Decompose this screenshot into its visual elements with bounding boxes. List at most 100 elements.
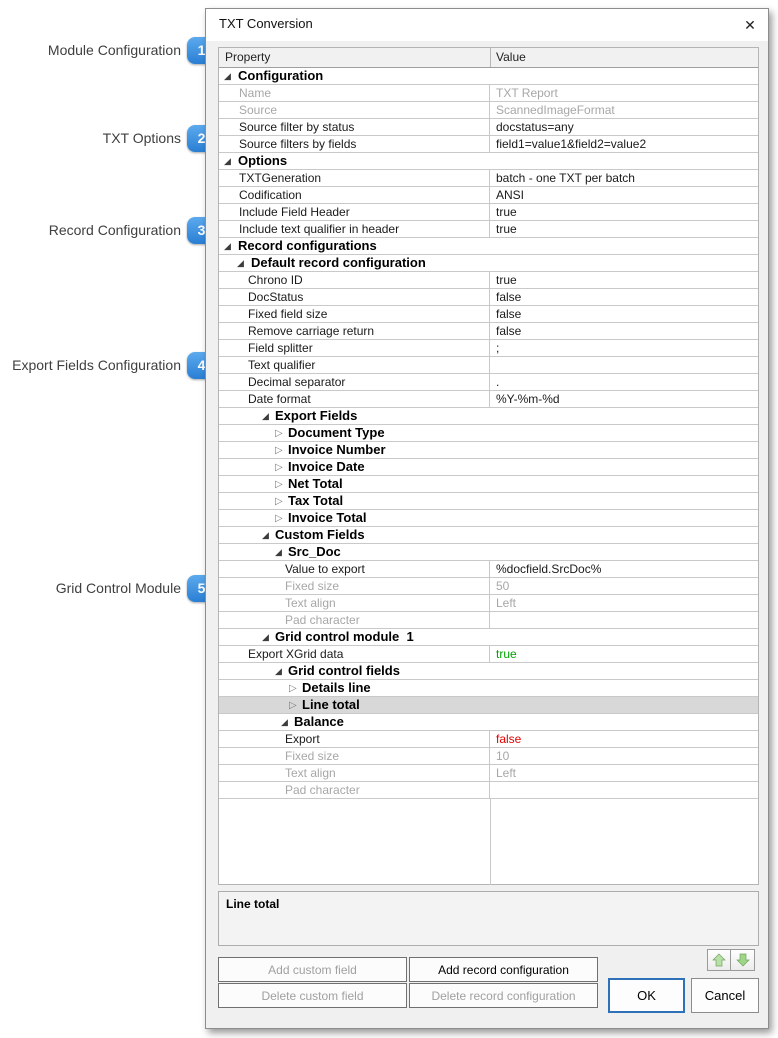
grid-property-row[interactable]: Fixed size 10	[219, 748, 758, 765]
expand-icon[interactable]: ▷	[275, 511, 283, 526]
grid-property-row[interactable]: Codification ANSI	[219, 187, 758, 204]
grid-category-row[interactable]: ▷ Line total	[219, 697, 758, 714]
collapse-icon[interactable]: ◢	[262, 409, 269, 424]
collapse-icon[interactable]: ◢	[275, 664, 282, 679]
collapse-icon[interactable]: ◢	[262, 630, 269, 645]
add-custom-field-button[interactable]: Add custom field	[218, 957, 407, 982]
grid-category-row[interactable]: ◢ Balance	[219, 714, 758, 731]
expand-icon[interactable]: ▷	[275, 443, 283, 458]
property-value-cell[interactable]: batch - one TXT per batch	[490, 170, 758, 186]
property-value-cell[interactable]: false	[490, 289, 758, 305]
property-value-cell[interactable]	[490, 357, 758, 373]
grid-property-row[interactable]: Text align Left	[219, 765, 758, 782]
property-value-cell[interactable]: ScannedImageFormat	[490, 102, 758, 118]
property-value-cell[interactable]	[490, 612, 758, 628]
column-header-property[interactable]: Property	[225, 48, 270, 67]
grid-property-row[interactable]: Text qualifier	[219, 357, 758, 374]
grid-category-row[interactable]: ▷ Invoice Total	[219, 510, 758, 527]
grid-category-row[interactable]: ◢ Grid control module 1	[219, 629, 758, 646]
property-value-cell[interactable]: docstatus=any	[490, 119, 758, 135]
grid-property-row[interactable]: DocStatus false	[219, 289, 758, 306]
property-value-cell[interactable]: false	[490, 323, 758, 339]
grid-property-row[interactable]: Pad character	[219, 612, 758, 629]
collapse-icon[interactable]: ◢	[281, 715, 288, 730]
grid-category-row[interactable]: ▷ Document Type	[219, 425, 758, 442]
property-value-cell[interactable]: %docfield.SrcDoc%	[490, 561, 758, 577]
property-value-cell[interactable]: Left	[490, 765, 758, 781]
grid-property-row[interactable]: Fixed size 50	[219, 578, 758, 595]
expand-icon[interactable]: ▷	[275, 426, 283, 441]
move-up-button[interactable]	[707, 949, 731, 971]
property-value-cell[interactable]: true	[490, 272, 758, 288]
grid-property-row[interactable]: Field splitter;	[219, 340, 758, 357]
ok-button[interactable]: OK	[608, 978, 685, 1013]
property-value-cell[interactable]: ANSI	[490, 187, 758, 203]
expand-icon[interactable]: ▷	[275, 477, 283, 492]
grid-category-row[interactable]: ◢ Record configurations	[219, 238, 758, 255]
property-value-cell[interactable]: false	[490, 731, 758, 747]
grid-property-row[interactable]: Export false	[219, 731, 758, 748]
property-value-cell[interactable]: true	[490, 221, 758, 237]
grid-property-row[interactable]: Export XGrid data true	[219, 646, 758, 663]
grid-category-row[interactable]: ▷ Details line	[219, 680, 758, 697]
grid-property-row[interactable]: Date format %Y-%m-%d	[219, 391, 758, 408]
add-record-configuration-button[interactable]: Add record configuration	[409, 957, 598, 982]
grid-category-row[interactable]: ▷ Invoice Number	[219, 442, 758, 459]
property-value-cell[interactable]: Left	[490, 595, 758, 611]
grid-property-row[interactable]: Text align Left	[219, 595, 758, 612]
property-value-cell[interactable]: true	[490, 646, 758, 662]
expand-icon[interactable]: ▷	[275, 494, 283, 509]
grid-property-row[interactable]: TXTGeneration batch - one TXT per batch	[219, 170, 758, 187]
collapse-icon[interactable]: ◢	[275, 545, 282, 560]
column-divider[interactable]	[490, 48, 491, 67]
grid-property-row[interactable]: Pad character	[219, 782, 758, 799]
move-down-button[interactable]	[731, 949, 755, 971]
collapse-icon[interactable]: ◢	[224, 69, 231, 84]
grid-property-row[interactable]: Decimal separator.	[219, 374, 758, 391]
grid-category-row[interactable]: ◢ Src_Doc	[219, 544, 758, 561]
property-value-cell[interactable]: true	[490, 204, 758, 220]
grid-body: ◢ Configuration Name TXT Report Source Scanne…	[219, 68, 758, 885]
grid-category-row[interactable]: ▷ Invoice Date	[219, 459, 758, 476]
collapse-icon[interactable]: ◢	[262, 528, 269, 543]
property-value-cell[interactable]	[490, 782, 758, 798]
grid-property-row[interactable]: Fixed field size false	[219, 306, 758, 323]
expand-icon[interactable]: ▷	[275, 460, 283, 475]
collapse-icon[interactable]: ◢	[224, 154, 231, 169]
property-value-cell[interactable]: .	[490, 374, 758, 390]
expand-icon[interactable]: ▷	[289, 698, 297, 713]
delete-record-configuration-button[interactable]: Delete record configuration	[409, 983, 598, 1008]
property-value-cell[interactable]: TXT Report	[490, 85, 758, 101]
grid-property-row[interactable]: Name TXT Report	[219, 85, 758, 102]
close-icon[interactable]: ✕	[738, 13, 762, 37]
expand-icon[interactable]: ▷	[289, 681, 297, 696]
collapse-icon[interactable]: ◢	[224, 239, 231, 254]
grid-category-row[interactable]: ◢ Configuration	[219, 68, 758, 85]
grid-property-row[interactable]: Chrono ID true	[219, 272, 758, 289]
cancel-button[interactable]: Cancel	[691, 978, 759, 1013]
property-value-cell[interactable]: field1=value1&field2=value2	[490, 136, 758, 152]
grid-property-row[interactable]: Include Field Header true	[219, 204, 758, 221]
grid-property-row[interactable]: Source filter by status docstatus=any	[219, 119, 758, 136]
grid-category-row[interactable]: ▷ Tax Total	[219, 493, 758, 510]
grid-property-row[interactable]: Source ScannedImageFormat	[219, 102, 758, 119]
grid-category-row[interactable]: ◢ Export Fields	[219, 408, 758, 425]
grid-property-row[interactable]: Remove carriage return false	[219, 323, 758, 340]
grid-category-row[interactable]: ◢ Custom Fields	[219, 527, 758, 544]
column-header-value[interactable]: Value	[496, 48, 526, 67]
grid-property-row[interactable]: Value to export %docfield.SrcDoc%	[219, 561, 758, 578]
grid-property-row[interactable]: Include text qualifier in header true	[219, 221, 758, 238]
grid-category-row[interactable]: ◢ Options	[219, 153, 758, 170]
grid-category-row[interactable]: ◢ Default record configuration	[219, 255, 758, 272]
property-value-cell[interactable]: ;	[490, 340, 758, 356]
grid-category-row[interactable]: ◢ Grid control fields	[219, 663, 758, 680]
property-value-cell[interactable]: 10	[490, 748, 758, 764]
property-value-cell[interactable]: 50	[490, 578, 758, 594]
delete-custom-field-button[interactable]: Delete custom field	[218, 983, 407, 1008]
property-value-cell[interactable]: false	[490, 306, 758, 322]
title-bar[interactable]: TXT Conversion ✕	[206, 9, 768, 41]
property-value-cell[interactable]: %Y-%m-%d	[490, 391, 758, 407]
grid-property-row[interactable]: Source filters by fields field1=value1&fi…	[219, 136, 758, 153]
collapse-icon[interactable]: ◢	[237, 256, 244, 271]
grid-category-row[interactable]: ▷ Net Total	[219, 476, 758, 493]
